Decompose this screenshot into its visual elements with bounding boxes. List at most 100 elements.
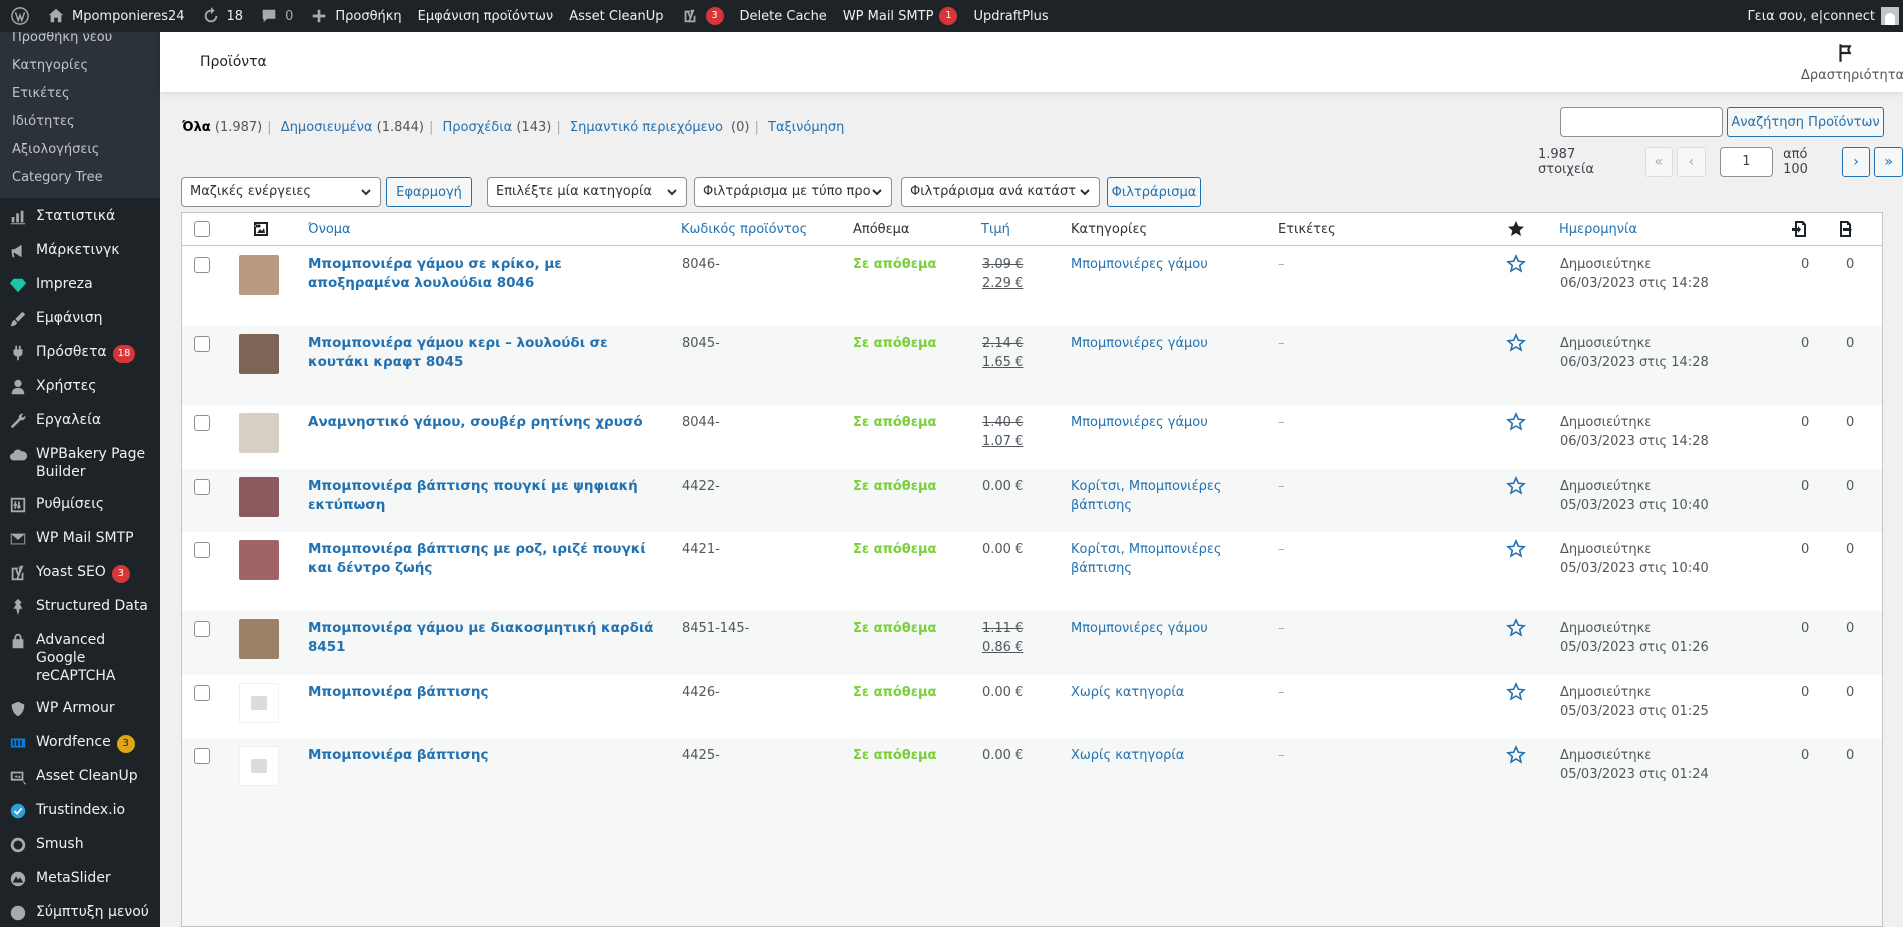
product-categories[interactable]: Χωρίς κατηγορία	[1071, 683, 1231, 702]
row-checkbox[interactable]	[194, 257, 210, 273]
sidebar-item-smush[interactable]: Smush	[0, 828, 160, 862]
product-categories[interactable]: Κορίτσι, Μπομπονιέρες βάπτισης	[1071, 540, 1231, 578]
sidebar-item-wordfence[interactable]: Wordfence 3	[0, 726, 160, 760]
submenu-item[interactable]: Category Tree	[0, 164, 160, 192]
asset-cleanup-link[interactable]: Asset CleanUp	[561, 0, 671, 32]
apply-button[interactable]: Εφαρμογή	[386, 177, 472, 207]
wp-mail-smtp-menu[interactable]: WP Mail SMTP 1	[835, 0, 966, 32]
view-published[interactable]: Δημοσιευμένα	[281, 120, 373, 135]
sidebar-item-εμφάνιση[interactable]: Εμφάνιση	[0, 302, 160, 336]
next-page-button[interactable]: ›	[1841, 147, 1871, 177]
search-products-button[interactable]: Αναζήτηση Προϊόντων	[1727, 107, 1884, 137]
row-checkbox[interactable]	[194, 748, 210, 764]
updates-menu[interactable]: 18	[193, 0, 252, 32]
product-categories[interactable]: Μπομπονιέρες γάμου	[1071, 334, 1231, 353]
sidebar-item-πρόσθετα[interactable]: Πρόσθετα 18	[0, 336, 160, 370]
product-thumbnail[interactable]	[239, 413, 279, 453]
product-name-link[interactable]: Μπομπονιέρα βάπτισης με ροζ, ιριζέ πουγκ…	[308, 540, 668, 578]
featured-star-icon[interactable]	[1506, 745, 1526, 771]
sidebar-item-στατιστικά[interactable]: Στατιστικά	[0, 200, 160, 234]
featured-star-icon[interactable]	[1506, 254, 1526, 280]
view-all[interactable]: Όλα	[182, 120, 211, 135]
product-name-link[interactable]: Αναμνηστικό γάμου, σουβέρ ρητίνης χρυσό	[308, 413, 668, 432]
submenu-item[interactable]: Ετικέτες	[0, 80, 160, 108]
row-checkbox[interactable]	[194, 542, 210, 558]
last-page-button[interactable]: »	[1874, 147, 1903, 177]
product-name-link[interactable]: Μπομπονιέρα βάπτισης	[308, 746, 668, 765]
view-drafts[interactable]: Προσχέδια	[443, 120, 513, 135]
product-thumbnail[interactable]	[239, 619, 279, 659]
sidebar-item-wpbakery-page-builder[interactable]: WPBakery Page Builder	[0, 438, 160, 488]
stock-status-filter-select[interactable]: Φιλτράρισμα ανά κατάστ	[901, 177, 1100, 207]
view-sorting[interactable]: Ταξινόμηση	[768, 120, 844, 135]
sidebar-item-μάρκετινγκ[interactable]: Μάρκετινγκ	[0, 234, 160, 268]
sidebar-item-structured-data[interactable]: Structured Data	[0, 590, 160, 624]
site-name-menu[interactable]: Mpomponieres24	[38, 0, 193, 32]
comments-menu[interactable]: 0	[251, 0, 301, 32]
delete-cache-link[interactable]: Delete Cache	[732, 0, 835, 32]
yoast-menu[interactable]: 3	[672, 0, 732, 32]
featured-star-icon[interactable]	[1506, 412, 1526, 438]
submenu-item[interactable]: Προσθήκη νέου	[0, 32, 160, 52]
product-name-link[interactable]: Μπομπονιέρα γάμου σε κρίκο, με αποξηραμέ…	[308, 255, 668, 293]
submenu-item[interactable]: Ιδιότητες	[0, 108, 160, 136]
sidebar-item-wp-mail-smtp[interactable]: WP Mail SMTP	[0, 522, 160, 556]
row-checkbox[interactable]	[194, 479, 210, 495]
product-categories[interactable]: Μπομπονιέρες γάμου	[1071, 619, 1231, 638]
sidebar-item-asset-cleanup[interactable]: Asset CleanUp	[0, 760, 160, 794]
product-name-link[interactable]: Μπομπονιέρα γάμου κερι – λουλούδι σε κου…	[308, 334, 668, 372]
sidebar-item-εργαλεία[interactable]: Εργαλεία	[0, 404, 160, 438]
column-sku[interactable]: Κωδικός προϊόντος	[681, 222, 807, 237]
sidebar-item-σύμπτυξη-μενού[interactable]: Σύμπτυξη μενού	[0, 896, 160, 927]
featured-star-icon[interactable]	[1506, 539, 1526, 565]
product-thumbnail[interactable]	[239, 255, 279, 295]
view-cornerstone[interactable]: Σημαντικό περιεχόμενο	[570, 120, 723, 135]
first-page-button[interactable]: «	[1644, 147, 1674, 177]
product-name-link[interactable]: Μπομπονιέρα γάμου με διακοσμητική καρδιά…	[308, 619, 668, 657]
category-filter-select[interactable]: Επιλέξτε μία κατηγορία	[487, 177, 687, 207]
product-thumbnail[interactable]	[239, 334, 279, 374]
sidebar-item-metaslider[interactable]: MetaSlider	[0, 862, 160, 896]
sidebar-item-advanced-google-recaptcha[interactable]: Advanced Google reCAPTCHA	[0, 624, 160, 692]
new-content-menu[interactable]: Προσθήκη	[301, 0, 409, 32]
row-checkbox[interactable]	[194, 415, 210, 431]
featured-star-icon[interactable]	[1506, 219, 1526, 243]
sidebar-item-yoast-seo[interactable]: Yoast SEO 3	[0, 556, 160, 590]
column-name[interactable]: Όνομα	[308, 222, 351, 237]
featured-star-icon[interactable]	[1506, 618, 1526, 644]
product-thumbnail-placeholder[interactable]	[239, 683, 279, 723]
my-account-menu[interactable]: Γεια σου, e|connect	[1739, 0, 1903, 32]
column-date[interactable]: Ημερομηνία	[1559, 222, 1637, 237]
product-thumbnail-placeholder[interactable]	[239, 746, 279, 786]
sidebar-item-χρήστες[interactable]: Χρήστες	[0, 370, 160, 404]
product-categories[interactable]: Μπομπονιέρες γάμου	[1071, 255, 1231, 274]
featured-star-icon[interactable]	[1506, 333, 1526, 359]
submenu-item[interactable]: Αξιολογήσεις	[0, 136, 160, 164]
featured-star-icon[interactable]	[1506, 476, 1526, 502]
prev-page-button[interactable]: ‹	[1677, 147, 1706, 177]
product-thumbnail[interactable]	[239, 540, 279, 580]
row-checkbox[interactable]	[194, 336, 210, 352]
product-categories[interactable]: Κορίτσι, Μπομπονιέρες βάπτισης	[1071, 477, 1231, 515]
sidebar-item-trustindex-io[interactable]: Trustindex.io	[0, 794, 160, 828]
activity-panel-button[interactable]: Δραστηριότητα	[1801, 42, 1903, 83]
row-checkbox[interactable]	[194, 621, 210, 637]
product-categories[interactable]: Χωρίς κατηγορία	[1071, 746, 1231, 765]
select-all-checkbox[interactable]	[194, 221, 210, 237]
filter-button[interactable]: Φιλτράρισμα	[1107, 177, 1201, 207]
product-type-filter-select[interactable]: Φιλτράρισμα με τύπο προ	[694, 177, 892, 207]
submenu-item[interactable]: Κατηγορίες	[0, 52, 160, 80]
view-products-link[interactable]: Εμφάνιση προϊόντων	[410, 0, 562, 32]
product-name-link[interactable]: Μπομπονιέρα βάπτισης	[308, 683, 668, 702]
product-name-link[interactable]: Μπομπονιέρα βάπτισης πουγκί με ψηφιακή ε…	[308, 477, 668, 515]
sidebar-item-ρυθμίσεις[interactable]: Ρυθμίσεις	[0, 488, 160, 522]
bulk-actions-select[interactable]: Μαζικές ενέργειες	[181, 177, 381, 207]
wp-logo-menu[interactable]	[0, 0, 38, 32]
current-page-input[interactable]: 1	[1719, 147, 1774, 177]
product-thumbnail[interactable]	[239, 477, 279, 517]
sidebar-item-impreza[interactable]: Impreza	[0, 268, 160, 302]
updraftplus-link[interactable]: UpdraftPlus	[965, 0, 1056, 32]
column-price[interactable]: Τιμή	[981, 222, 1010, 237]
sidebar-item-wp-armour[interactable]: WP Armour	[0, 692, 160, 726]
row-checkbox[interactable]	[194, 685, 210, 701]
